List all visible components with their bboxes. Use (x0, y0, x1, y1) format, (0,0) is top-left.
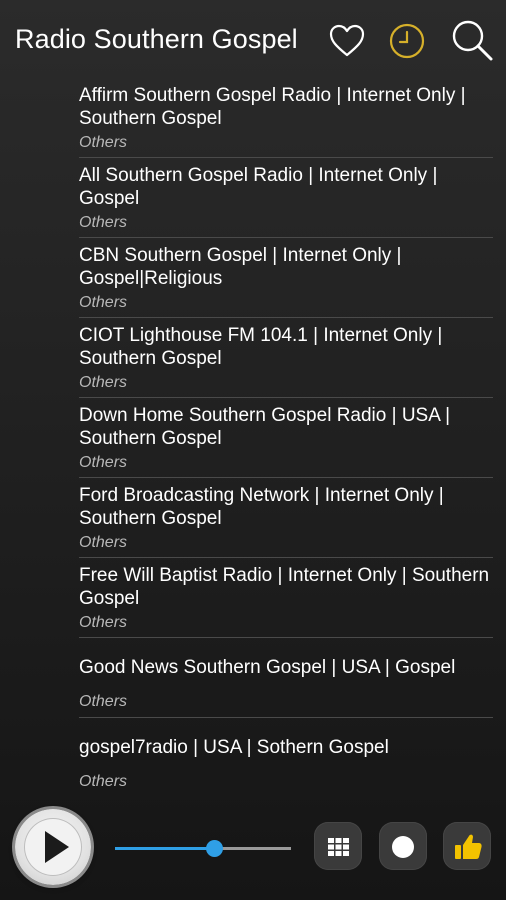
station-item[interactable]: Ford Broadcasting Network | Internet Onl… (0, 478, 506, 558)
station-item[interactable]: Free Will Baptist Radio | Internet Only … (0, 558, 506, 638)
station-item[interactable]: gospel7radio | USA | Sothern Gospel Othe… (0, 718, 506, 798)
app-title: Radio Southern Gospel (15, 24, 298, 54)
slider-fill (115, 847, 214, 850)
station-title: Ford Broadcasting Network | Internet Onl… (79, 485, 444, 529)
station-item[interactable]: CIOT Lighthouse FM 104.1 | Internet Only… (0, 318, 506, 398)
thumbs-up-icon (455, 834, 482, 859)
heart-icon (329, 24, 365, 57)
station-title: Down Home Southern Gospel Radio | USA | … (79, 405, 451, 449)
station-category: Others (79, 294, 128, 311)
station-title: All Southern Gospel Radio | Internet Onl… (79, 165, 438, 209)
record-icon (392, 836, 414, 858)
station-category: Others (79, 214, 128, 231)
record-button[interactable] (379, 822, 427, 870)
station-item[interactable]: Good News Southern Gospel | USA | Gospel… (0, 638, 506, 718)
volume-slider[interactable] (115, 837, 291, 861)
search-icon (452, 20, 493, 61)
station-title: Free Will Baptist Radio | Internet Only … (79, 565, 490, 609)
app-bar: Radio Southern Gospel (0, 0, 506, 80)
station-category: Others (79, 773, 128, 790)
play-icon (45, 831, 69, 863)
station-title: gospel7radio | USA | Sothern Gospel (79, 737, 389, 758)
station-list: Affirm Southern Gospel Radio | Internet … (0, 78, 506, 798)
slider-thumb[interactable] (205, 840, 223, 857)
clock-icon (389, 23, 425, 59)
station-category: Others (79, 454, 128, 471)
favorites-button[interactable] (328, 22, 366, 60)
station-category: Others (79, 534, 128, 551)
station-title: CIOT Lighthouse FM 104.1 | Internet Only… (79, 325, 443, 369)
recent-button[interactable] (388, 22, 426, 60)
station-title: Good News Southern Gospel | USA | Gospel (79, 657, 456, 678)
station-category: Others (79, 374, 128, 391)
station-category: Others (79, 134, 128, 151)
station-category: Others (79, 614, 128, 631)
player-bar (0, 800, 506, 900)
like-button[interactable] (443, 822, 491, 870)
search-button[interactable] (450, 18, 494, 62)
station-item[interactable]: All Southern Gospel Radio | Internet Onl… (0, 158, 506, 238)
grid-icon (328, 838, 349, 856)
station-title: Affirm Southern Gospel Radio | Internet … (79, 85, 466, 129)
station-item[interactable]: CBN Southern Gospel | Internet Only | Go… (0, 238, 506, 318)
station-title: CBN Southern Gospel | Internet Only | Go… (79, 245, 402, 289)
station-item[interactable]: Affirm Southern Gospel Radio | Internet … (0, 78, 506, 158)
grid-button[interactable] (314, 822, 362, 870)
station-category: Others (79, 693, 128, 710)
play-button[interactable] (15, 809, 91, 885)
station-item[interactable]: Down Home Southern Gospel Radio | USA | … (0, 398, 506, 478)
